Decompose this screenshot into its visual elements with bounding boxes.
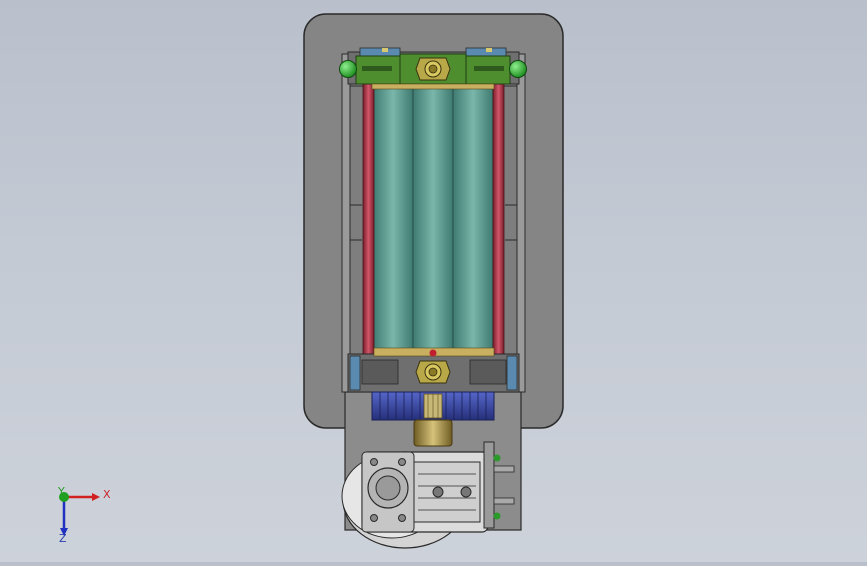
triad-y-label: Y: [57, 485, 65, 498]
shaft-coupling[interactable]: [413, 419, 453, 447]
cad-viewport[interactable]: X Y Z: [0, 0, 867, 562]
knob-right[interactable]: [509, 60, 527, 78]
reference-triad: X Y Z: [57, 485, 111, 545]
roller-right[interactable]: [452, 87, 494, 353]
guide-rod-right[interactable]: [492, 81, 505, 359]
knob-left[interactable]: [339, 60, 357, 78]
bottom-nut[interactable]: [415, 360, 451, 384]
triad-z-label: Z: [59, 532, 67, 545]
triad-x-label: X: [103, 488, 111, 501]
roller-left[interactable]: [372, 87, 414, 353]
guide-rod-left[interactable]: [362, 81, 375, 359]
cad-drawing[interactable]: X Y Z: [0, 0, 867, 562]
gear-train[interactable]: [371, 391, 495, 421]
gear-motor[interactable]: [341, 441, 515, 549]
top-nut[interactable]: [415, 57, 451, 81]
roller-center[interactable]: [412, 87, 454, 353]
roller-assembly[interactable]: [372, 87, 494, 353]
